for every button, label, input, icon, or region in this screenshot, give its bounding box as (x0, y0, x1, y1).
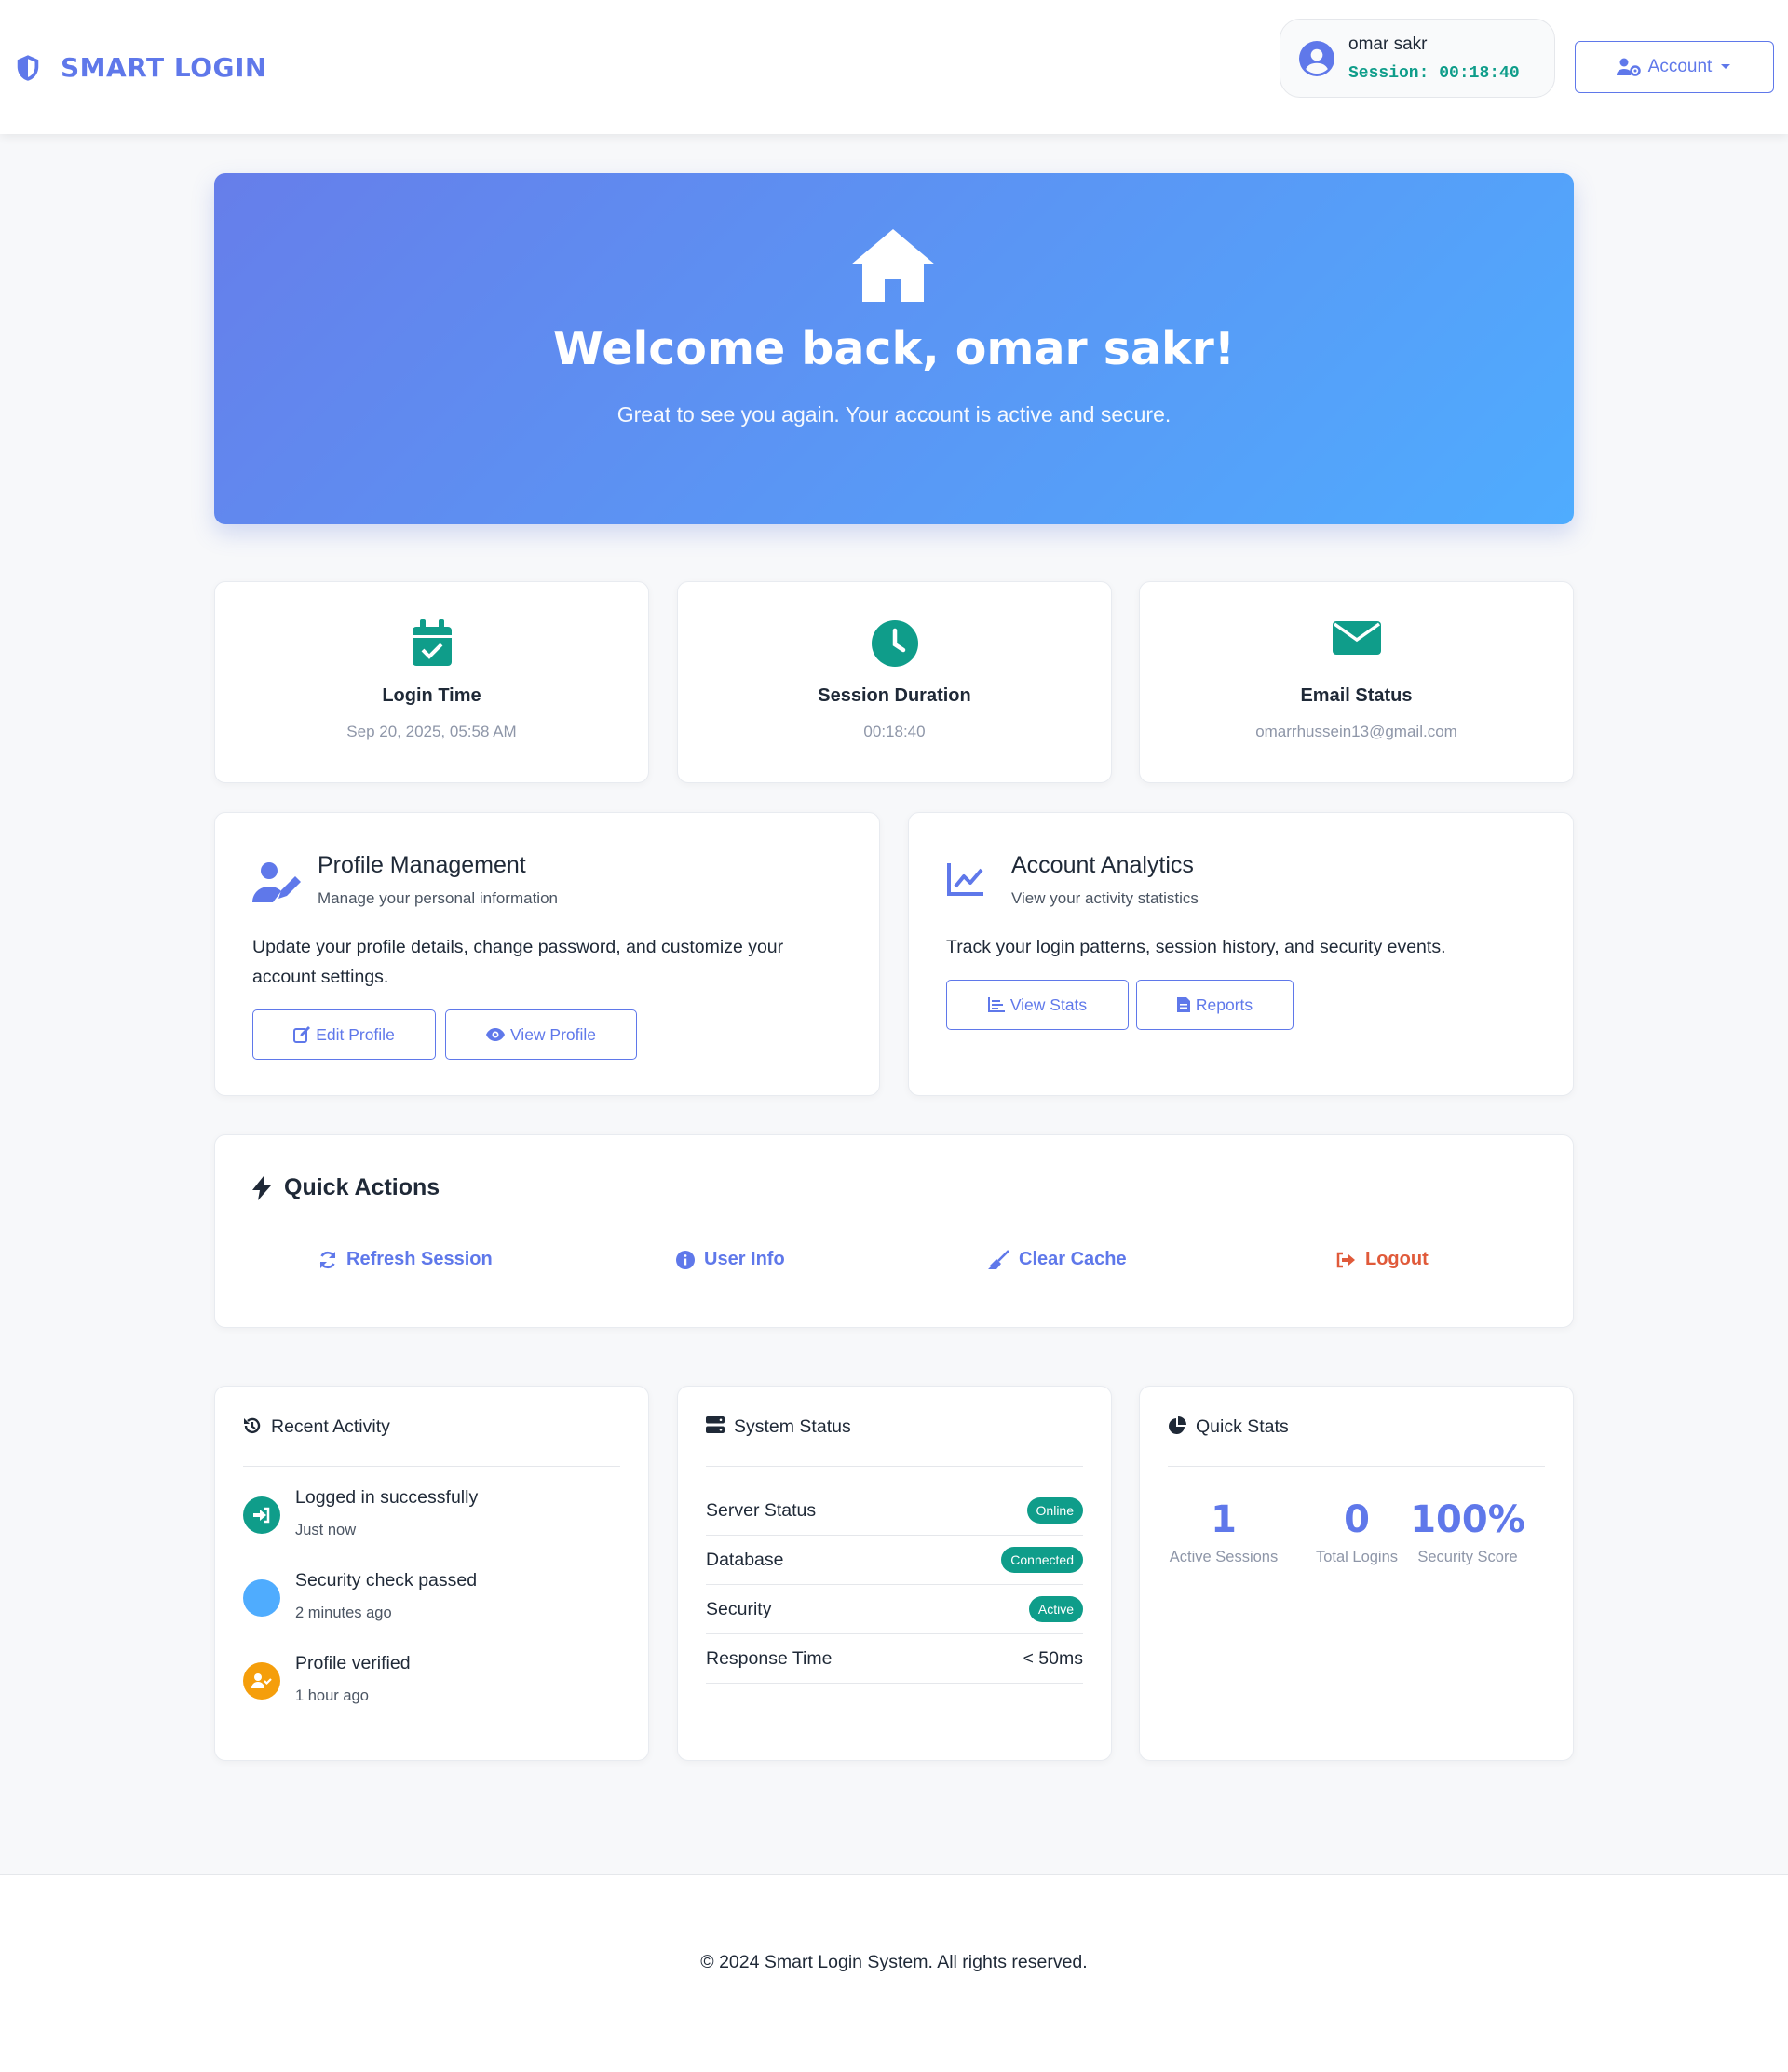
shield-icon (17, 54, 39, 81)
edit-profile-button[interactable]: Edit Profile (252, 1009, 436, 1060)
session-timer: Session: 00:18:40 (1348, 63, 1520, 83)
quick-stats-card: Quick Stats 1 Active Sessions 0 Total Logi… (1139, 1386, 1574, 1761)
session-duration-value: 00:18:40 (863, 723, 926, 740)
activity-item: Logged in successfully Just now (243, 1487, 478, 1539)
bolt-icon (252, 1175, 271, 1200)
refresh-session-link[interactable]: Refresh Session (318, 1249, 493, 1270)
quick-actions-card: Quick Actions Refresh Session User Info … (214, 1134, 1574, 1328)
account-analytics-card: Account Analytics View your activity sta… (908, 812, 1574, 1096)
status-row-server: Server Status Online (706, 1486, 1083, 1536)
sign-in-icon (243, 1496, 280, 1534)
active-sessions-stat: 1 Active Sessions (1169, 1498, 1279, 1565)
activity-item: Profile verified 1 hour ago (243, 1653, 411, 1705)
response-time-value: < 50ms (1023, 1647, 1084, 1669)
view-profile-button[interactable]: View Profile (445, 1009, 637, 1060)
status-badge: Connected (1001, 1547, 1083, 1573)
info-circle-icon (676, 1250, 695, 1269)
eye-icon (485, 1028, 505, 1041)
analytics-description: Track your login patterns, session histo… (946, 937, 1446, 957)
email-status-value: omarrhussein13@gmail.com (1255, 723, 1457, 740)
clock-icon (871, 620, 918, 667)
status-row-response-time: Response Time < 50ms (706, 1634, 1083, 1684)
history-icon (244, 1417, 261, 1434)
profile-title: Profile Management (318, 852, 526, 878)
welcome-subtitle: Great to see you again. Your account is … (616, 402, 1172, 427)
broom-icon (988, 1249, 1009, 1269)
analytics-title: Account Analytics (1011, 852, 1194, 878)
server-icon (706, 1416, 725, 1433)
profile-management-card: Profile Management Manage your personal … (214, 812, 880, 1096)
logout-link[interactable]: Logout (1335, 1249, 1429, 1270)
account-label: Account (1647, 57, 1713, 76)
session-duration-title: Session Duration (818, 685, 971, 706)
user-session-box: omar sakr Session: 00:18:40 (1280, 19, 1555, 98)
navbar: SMART LOGIN omar sakr Session: 00:18:40 … (0, 0, 1788, 134)
line-chart-icon (947, 863, 983, 896)
system-status-card: System Status Server Status Online Databa… (677, 1386, 1112, 1761)
profile-description: Update your profile details, change pass… (252, 937, 784, 987)
activity-item: Security check passed 2 minutes ago (243, 1570, 477, 1622)
copyright-text: © 2024 Smart Login System. All rights re… (700, 1952, 1088, 1972)
security-score-stat: 100% Security Score (1410, 1498, 1525, 1565)
user-check-icon (243, 1662, 280, 1700)
brand[interactable]: SMART LOGIN (14, 52, 267, 83)
total-logins-stat: 0 Total Logins (1315, 1498, 1399, 1565)
status-badge: Active (1028, 1596, 1083, 1622)
recent-activity-title: Recent Activity (243, 1415, 620, 1467)
login-time-card: Login Time Sep 20, 2025, 05:58 AM (214, 581, 649, 783)
file-icon (1176, 997, 1190, 1012)
profile-subtitle: Manage your personal information (318, 889, 558, 907)
recent-activity-card: Recent Activity Logged in successfully Ju… (214, 1386, 649, 1761)
user-info-link[interactable]: User Info (676, 1249, 785, 1270)
edit-icon (293, 1026, 311, 1043)
status-row-database: Database Connected (706, 1536, 1083, 1585)
status-badge: Online (1026, 1497, 1083, 1524)
system-status-title: System Status (706, 1415, 1083, 1467)
quick-stats-title: Quick Stats (1168, 1415, 1545, 1467)
bar-list-icon (987, 997, 1005, 1012)
user-circle-icon (1299, 40, 1334, 76)
login-time-value: Sep 20, 2025, 05:58 AM (346, 723, 517, 740)
user-name: omar sakr (1348, 34, 1428, 54)
status-row-security: Security Active (706, 1585, 1083, 1634)
session-duration-card: Session Duration 00:18:40 (677, 581, 1112, 783)
welcome-title: Welcome back, omar sakr! (552, 322, 1236, 375)
sign-out-icon (1336, 1252, 1355, 1267)
brand-name: SMART LOGIN (61, 52, 267, 83)
user-gear-icon (1616, 58, 1641, 76)
footer: © 2024 Smart Login System. All rights re… (0, 1874, 1788, 2072)
email-status-title: Email Status (1300, 685, 1413, 706)
account-dropdown-button[interactable]: Account (1575, 41, 1774, 93)
reports-button[interactable]: Reports (1136, 980, 1294, 1030)
home-icon (851, 229, 935, 302)
envelope-icon (1332, 621, 1381, 655)
analytics-subtitle: View your activity statistics (1011, 889, 1199, 907)
welcome-hero: Welcome back, omar sakr! Great to see yo… (214, 173, 1574, 524)
quick-actions-title: Quick Actions (252, 1174, 440, 1201)
view-stats-button[interactable]: View Stats (946, 980, 1129, 1030)
user-edit-icon (252, 862, 301, 902)
login-time-title: Login Time (382, 685, 481, 706)
pie-chart-icon (1169, 1416, 1186, 1434)
clear-cache-link[interactable]: Clear Cache (987, 1249, 1127, 1270)
email-status-card: Email Status omarrhussein13@gmail.com (1139, 581, 1574, 783)
refresh-icon (319, 1251, 336, 1268)
caret-down-icon (1721, 64, 1731, 69)
shield-check-icon (243, 1579, 280, 1617)
calendar-check-icon (412, 619, 452, 666)
